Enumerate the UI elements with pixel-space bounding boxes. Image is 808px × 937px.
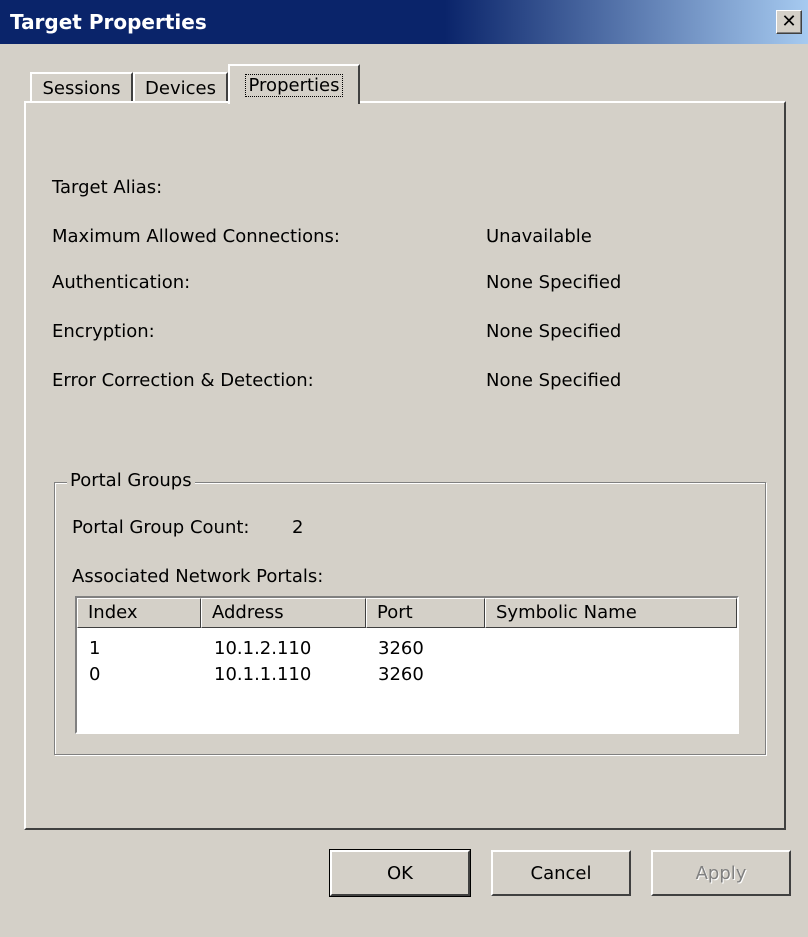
row-address: 10.1.1.110	[214, 664, 312, 685]
row-port: 3260	[378, 664, 424, 685]
authentication-value: None Specified	[486, 272, 622, 293]
column-header-port[interactable]: Port	[366, 598, 485, 628]
cancel-button-label: Cancel	[530, 862, 592, 884]
column-header-address-label: Address	[212, 602, 284, 623]
cancel-button[interactable]: Cancel	[491, 850, 631, 896]
associated-portals-label: Associated Network Portals:	[72, 566, 324, 587]
column-header-index-label: Index	[88, 602, 138, 623]
error-correction-label: Error Correction & Detection:	[52, 370, 314, 391]
window-title: Target Properties	[10, 10, 207, 34]
close-icon: ✕	[781, 11, 797, 32]
column-header-port-label: Port	[377, 602, 413, 623]
tab-sessions[interactable]: Sessions	[30, 72, 133, 102]
row-index: 0	[89, 664, 101, 685]
apply-button[interactable]: Apply	[651, 850, 791, 896]
row-address: 10.1.2.110	[214, 638, 312, 659]
title-bar: Target Properties ✕	[0, 0, 808, 44]
column-header-index[interactable]: Index	[77, 598, 201, 628]
ok-button-label: OK	[387, 862, 413, 884]
target-alias-label: Target Alias:	[52, 177, 163, 198]
portal-group-count-value: 2	[292, 517, 304, 538]
tab-devices-label: Devices	[145, 77, 216, 99]
row-port: 3260	[378, 638, 424, 659]
column-header-symbolic-name[interactable]: Symbolic Name	[485, 598, 737, 628]
encryption-label: Encryption:	[52, 321, 155, 342]
network-portals-list[interactable]: Index Address Port Symbolic Name 1 10.1.…	[75, 596, 739, 734]
portal-group-count-label: Portal Group Count:	[72, 517, 250, 538]
column-header-address[interactable]: Address	[201, 598, 366, 628]
max-connections-value: Unavailable	[486, 226, 592, 247]
apply-button-label: Apply	[695, 862, 747, 884]
close-button[interactable]: ✕	[776, 10, 802, 34]
tab-sessions-label: Sessions	[42, 77, 121, 99]
row-index: 1	[89, 638, 101, 659]
tab-devices[interactable]: Devices	[133, 72, 228, 102]
encryption-value: None Specified	[486, 321, 622, 342]
authentication-label: Authentication:	[52, 272, 191, 293]
error-correction-value: None Specified	[486, 370, 622, 391]
ok-button[interactable]: OK	[329, 849, 471, 897]
max-connections-label: Maximum Allowed Connections:	[52, 226, 340, 247]
column-header-symbolic-name-label: Symbolic Name	[496, 602, 637, 623]
tab-properties[interactable]: Properties	[228, 64, 360, 104]
tab-properties-label: Properties	[244, 73, 344, 97]
portal-groups-legend: Portal Groups	[67, 470, 195, 491]
